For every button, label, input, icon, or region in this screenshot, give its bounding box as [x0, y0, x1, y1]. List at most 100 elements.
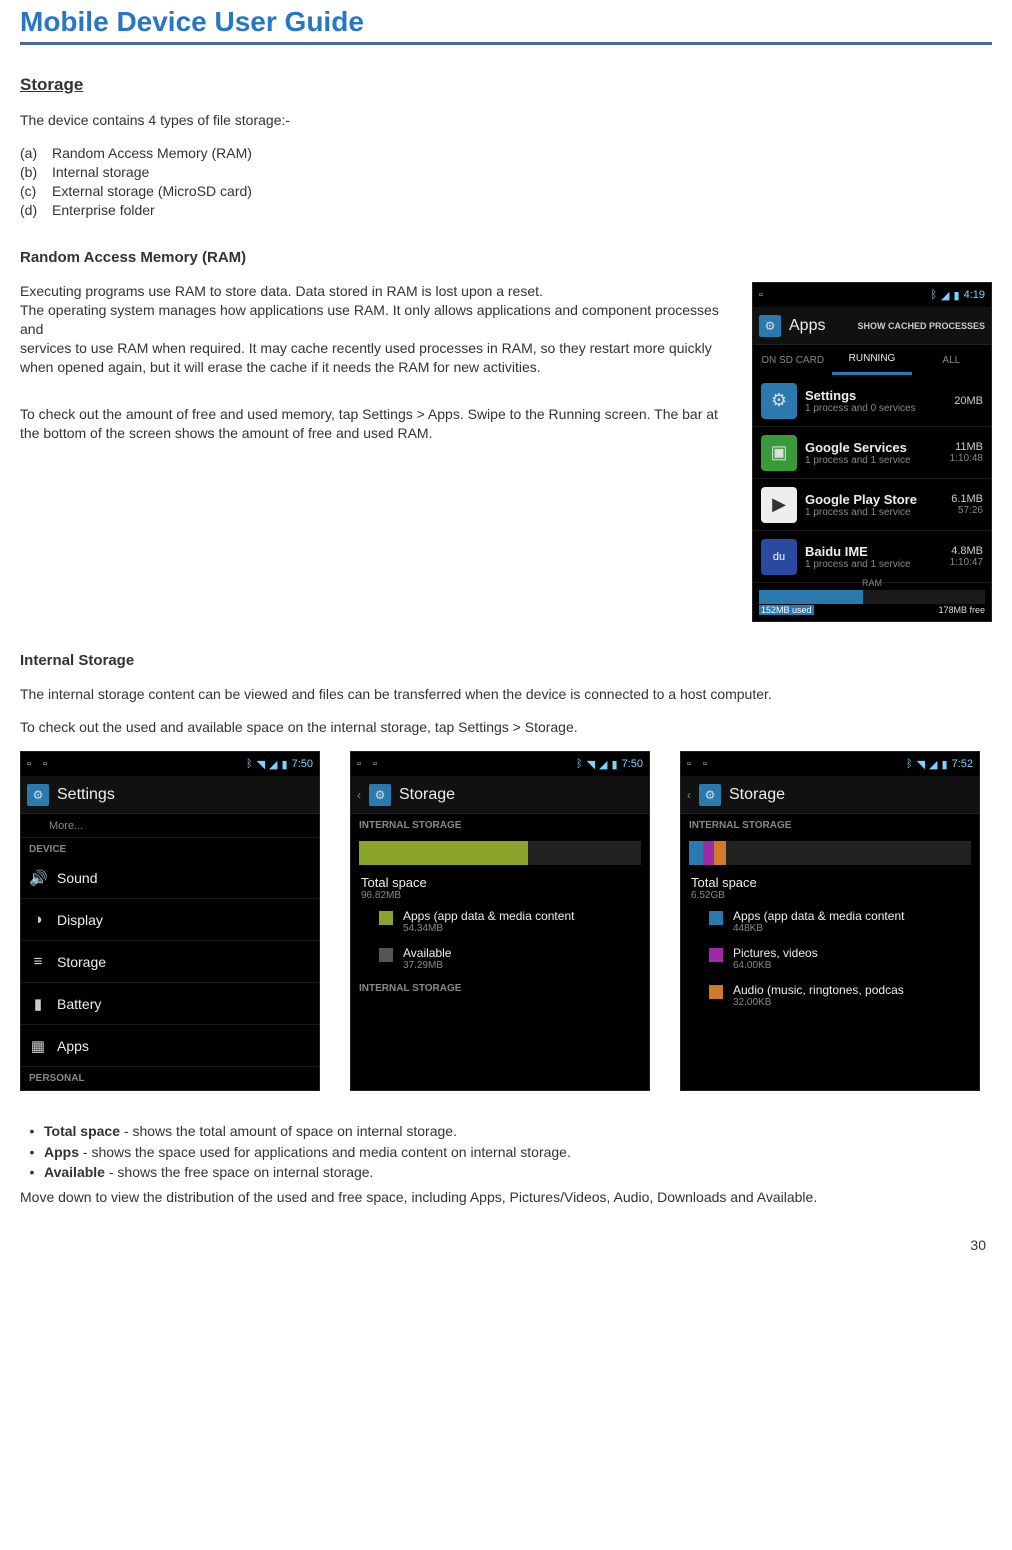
status-right-icons: ᛒ◢▮4:19 — [930, 289, 985, 302]
wifi-icon: ◥ — [917, 758, 925, 771]
app-name: Google Play Store — [805, 492, 943, 507]
settings-row-sound[interactable]: 🔊 Sound — [21, 857, 319, 899]
total-space-row[interactable]: Total space6.52GB — [681, 873, 979, 903]
brightness-icon: ◑ — [29, 911, 47, 928]
app-bar: ‹ ⚙ Storage — [681, 776, 979, 814]
storage-item[interactable]: Apps (app data & media content54.34MB — [351, 903, 649, 940]
settings-icon[interactable]: ⚙ — [759, 315, 781, 337]
app-row[interactable]: ▶Google Play Store1 process and 1 servic… — [753, 479, 991, 531]
show-cached-action[interactable]: SHOW CACHED PROCESSES — [857, 321, 985, 331]
item-name: Pictures, videos — [733, 946, 818, 960]
bullet-item: •Apps - shows the space used for applica… — [20, 1142, 992, 1162]
app-row[interactable]: ⚙Settings1 process and 0 services20MB — [753, 375, 991, 427]
ram-p3: To check out the amount of free and used… — [20, 405, 740, 443]
status-bar: ▫▫ ᛒ◥◢▮7:50 — [21, 752, 319, 776]
bullet-label: Available — [44, 1164, 105, 1180]
settings-row-display[interactable]: ◑ Display — [21, 899, 319, 941]
bluetooth-icon: ᛒ — [576, 758, 583, 770]
color-swatch — [379, 911, 393, 925]
list-marker: (d) — [20, 201, 52, 220]
app-bar-title: Settings — [57, 786, 313, 804]
item-value: 64.00KB — [733, 960, 818, 971]
apps-list[interactable]: ⚙Settings1 process and 0 services20MB ▣ G… — [753, 375, 991, 583]
ram-p2a: The operating system manages how applica… — [20, 301, 740, 339]
back-icon[interactable]: ‹ — [687, 788, 691, 802]
app-bar: ⚙ Apps SHOW CACHED PROCESSES — [753, 307, 991, 345]
settings-row-storage[interactable]: ≡Storage — [21, 941, 319, 983]
settings-label: Display — [57, 912, 103, 928]
screenshot-settings: ▫▫ ᛒ◥◢▮7:50 ⚙ Settings More... DEVICE 🔊S… — [20, 751, 320, 1091]
app-icon: ▣ — [761, 435, 797, 471]
bullet-item: •Available - shows the free space on int… — [20, 1162, 992, 1182]
clock: 7:52 — [952, 758, 973, 770]
settings-label: Sound — [57, 870, 97, 886]
wifi-icon: ◥ — [257, 758, 265, 771]
ram-heading: Random Access Memory (RAM) — [20, 249, 992, 266]
list-text: Enterprise folder — [52, 201, 155, 220]
list-marker: (a) — [20, 144, 52, 163]
status-bar: ▫▫ ᛒ◥◢▮7:50 — [351, 752, 649, 776]
speaker-icon: 🔊 — [29, 869, 47, 887]
settings-label: Battery — [57, 996, 101, 1012]
app-row[interactable]: duBaidu IME1 process and 1 service4.8MB1… — [753, 531, 991, 583]
bullet-label: Apps — [44, 1144, 79, 1160]
tab-sd-card[interactable]: ON SD CARD — [753, 345, 832, 375]
app-time: 57:26 — [951, 505, 983, 516]
category-internal: INTERNAL STORAGE — [681, 814, 979, 833]
storage-seg-apps — [689, 841, 703, 865]
storage-icon: ≡ — [29, 953, 47, 970]
doc-title: Mobile Device User Guide — [20, 0, 992, 42]
bullet-marker: • — [20, 1121, 44, 1141]
notification-icon: ▫ — [357, 758, 369, 770]
tab-all[interactable]: ALL — [912, 345, 991, 375]
battery-icon: ▮ — [942, 758, 948, 771]
color-swatch — [709, 985, 723, 999]
item-name: Available — [403, 946, 451, 960]
ram-p2b: services to use RAM when required. It ma… — [20, 339, 740, 377]
notification-icon: ▫ — [687, 758, 699, 770]
total-space-row[interactable]: Total space96.82MB — [351, 873, 649, 903]
more-row[interactable]: More... — [21, 814, 319, 838]
storage-item[interactable]: Apps (app data & media content448KB — [681, 903, 979, 940]
ram-bar-label: RAM — [759, 578, 985, 588]
storage-bar — [689, 841, 971, 865]
screenshot-storage-1: ▫▫ ᛒ◥◢▮7:50 ‹ ⚙ Storage INTERNAL STORAGE… — [350, 751, 650, 1091]
storage-intro: The device contains 4 types of file stor… — [20, 111, 992, 130]
ram-two-col: Executing programs use RAM to store data… — [20, 282, 992, 622]
app-size: 6.1MB — [951, 493, 983, 505]
tab-running[interactable]: RUNNING — [832, 345, 911, 375]
storage-item[interactable]: Pictures, videos64.00KB — [681, 940, 979, 977]
app-name: Google Services — [805, 440, 942, 455]
settings-row-battery[interactable]: ▮Battery — [21, 983, 319, 1025]
item-name: Apps (app data & media content — [733, 909, 904, 923]
storage-item[interactable]: Available37.29MB — [351, 940, 649, 977]
storage-heading: Storage — [20, 75, 992, 95]
notification-icon: ▫ — [373, 758, 385, 770]
ram-free-text: 178MB free — [938, 605, 985, 615]
settings-icon[interactable]: ⚙ — [699, 784, 721, 806]
status-bar: ▫ ᛒ◢▮4:19 — [753, 283, 991, 307]
storage-list-item: (d)Enterprise folder — [20, 201, 992, 220]
settings-icon[interactable]: ⚙ — [27, 784, 49, 806]
ram-text-col: Executing programs use RAM to store data… — [20, 282, 740, 622]
clock: 7:50 — [622, 758, 643, 770]
category-device: DEVICE — [21, 838, 319, 857]
app-row[interactable]: ▣Google Services1 process and 1 service1… — [753, 427, 991, 479]
total-label: Total space — [691, 875, 969, 890]
signal-icon: ◢ — [929, 758, 937, 771]
wifi-icon: ◥ — [587, 758, 595, 771]
back-icon[interactable]: ‹ — [357, 788, 361, 802]
category-internal-2: INTERNAL STORAGE — [351, 977, 649, 996]
bullet-marker: • — [20, 1142, 44, 1162]
settings-icon[interactable]: ⚙ — [369, 784, 391, 806]
clock: 7:50 — [292, 758, 313, 770]
ram-bar: RAM 152MB used178MB free — [759, 578, 985, 615]
app-sub: 1 process and 0 services — [805, 403, 946, 414]
bullet-text: - shows the free space on internal stora… — [105, 1164, 373, 1180]
battery-icon: ▮ — [282, 758, 288, 771]
storage-item[interactable]: Audio (music, ringtones, podcas32.00KB — [681, 977, 979, 1014]
clock: 4:19 — [964, 289, 985, 301]
settings-row-apps[interactable]: ▦Apps — [21, 1025, 319, 1067]
app-sub: 1 process and 1 service — [805, 559, 942, 570]
notification-icon: ▫ — [759, 289, 771, 301]
